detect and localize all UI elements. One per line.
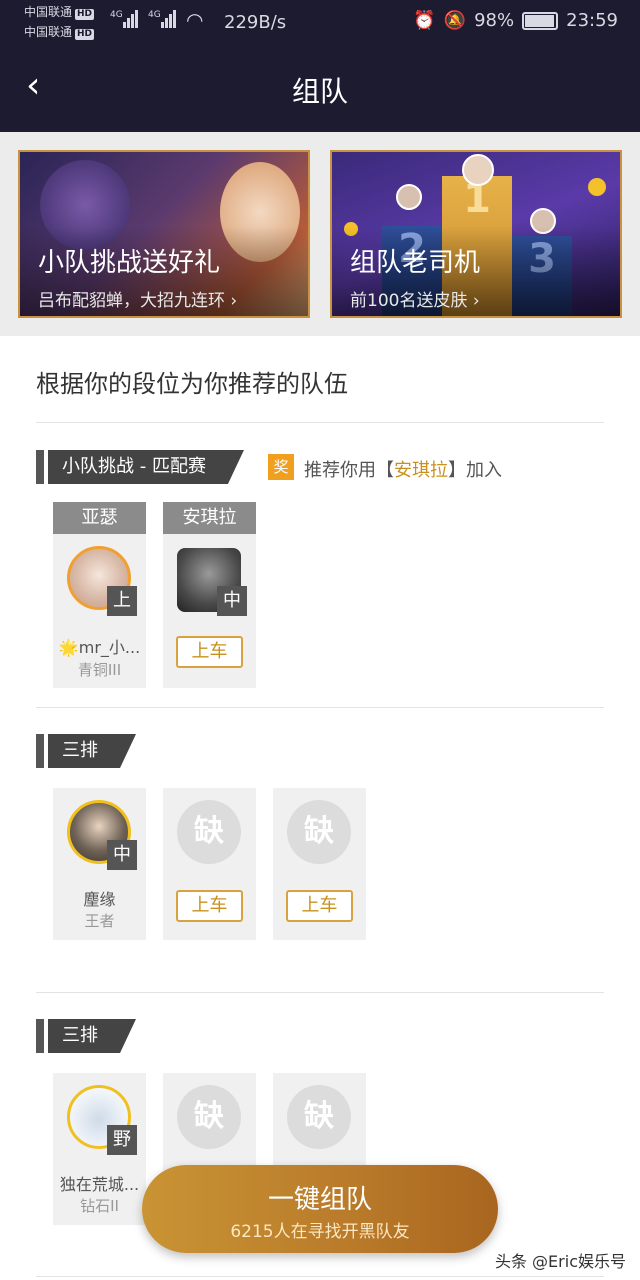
watermark: 头条 @Eric娱乐号: [494, 1252, 626, 1271]
empty-slot[interactable]: 缺 上车: [163, 788, 256, 940]
banner-title: 组队老司机: [350, 248, 481, 278]
status-right: ⏰ 🔕 98% 23:59: [413, 10, 618, 31]
coin-icon: [588, 178, 606, 196]
hero-name: 安琪拉: [163, 502, 256, 534]
board-button[interactable]: 上车: [176, 890, 243, 922]
member-card[interactable]: 安琪拉 中 上车: [163, 502, 256, 688]
status-bar: 中国联通 HD 中国联通 HD 4G 4G ◠ 229B/s ⏰ 🔕 98% 23:…: [0, 0, 640, 44]
banner-squad-challenge[interactable]: 小队挑战送好礼 吕布配貂蝉，大招九连环 ›: [18, 150, 310, 318]
signal-icon: 4G: [148, 10, 177, 28]
member-card[interactable]: 亚瑟 上 🌟mr_小... 青铜III: [53, 502, 146, 688]
player-name: 独在荒城...: [59, 1175, 140, 1194]
recommend-text: 推荐你用【安琪拉】加入: [304, 460, 502, 481]
battery-icon: [522, 11, 559, 30]
divider: [36, 992, 604, 993]
alarm-icon: ⏰: [413, 10, 436, 31]
network-speed: 229B/s: [224, 12, 287, 33]
avatar: [462, 154, 494, 186]
player-name: 🌟mr_小...: [58, 638, 141, 657]
top-bar: 中国联通 HD 中国联通 HD 4G 4G ◠ 229B/s ⏰ 🔕 98% 23:…: [0, 0, 640, 132]
divider: [36, 707, 604, 708]
clock: 23:59: [566, 10, 618, 31]
board-button[interactable]: 上车: [176, 636, 243, 668]
banner-area: 小队挑战送好礼 吕布配貂蝉，大招九连环 › 2 1 3 组队老司机 前100名送…: [0, 132, 640, 336]
carrier-2: 中国联通 HD: [24, 25, 95, 40]
empty-slot-icon: 缺: [177, 800, 241, 864]
carrier-1: 中国联通 HD: [24, 5, 95, 20]
battery-percent: 98%: [474, 10, 515, 31]
section-title: 根据你的段位为你推荐的队伍: [36, 370, 348, 398]
empty-slot[interactable]: 缺 上车: [273, 788, 366, 940]
banner-team-driver[interactable]: 2 1 3 组队老司机 前100名送皮肤 ›: [330, 150, 622, 318]
banner-title: 小队挑战送好礼: [38, 248, 221, 278]
position-badge: 中: [107, 840, 137, 870]
divider: [36, 1276, 604, 1277]
player-rank: 钻石II: [80, 1197, 119, 1215]
page-title: 组队: [291, 75, 348, 108]
mute-icon: 🔕: [443, 10, 467, 31]
empty-slot-icon: 缺: [287, 1085, 351, 1149]
position-badge: 野: [107, 1125, 137, 1155]
player-rank: 王者: [84, 912, 115, 930]
member-card[interactable]: 中 麈缘 王者: [53, 788, 146, 940]
banner-subtitle: 前100名送皮肤 ›: [350, 291, 480, 311]
board-button[interactable]: 上车: [286, 890, 353, 922]
fab-subtitle: 6215人在寻找开黑队友: [230, 1222, 410, 1242]
wifi-icon: ◠: [186, 8, 204, 32]
signal-icon: 4G: [110, 10, 139, 28]
divider: [36, 422, 604, 423]
member-card[interactable]: 野 独在荒城... 钻石II: [53, 1073, 146, 1225]
hero-name: 亚瑟: [53, 502, 146, 534]
player-name: 麈缘: [83, 890, 116, 909]
one-click-team-button[interactable]: 一键组队 6215人在寻找开黑队友: [142, 1165, 498, 1253]
position-badge: 上: [107, 586, 137, 616]
empty-slot-icon: 缺: [177, 1085, 241, 1149]
avatar: [396, 184, 422, 210]
position-badge: 中: [217, 586, 247, 616]
fab-label: 一键组队: [267, 1185, 372, 1215]
empty-slot-icon: 缺: [287, 800, 351, 864]
reward-badge: 奖: [268, 454, 294, 480]
player-rank: 青铜III: [77, 661, 122, 679]
banner-subtitle: 吕布配貂蝉，大招九连环 ›: [38, 291, 238, 311]
